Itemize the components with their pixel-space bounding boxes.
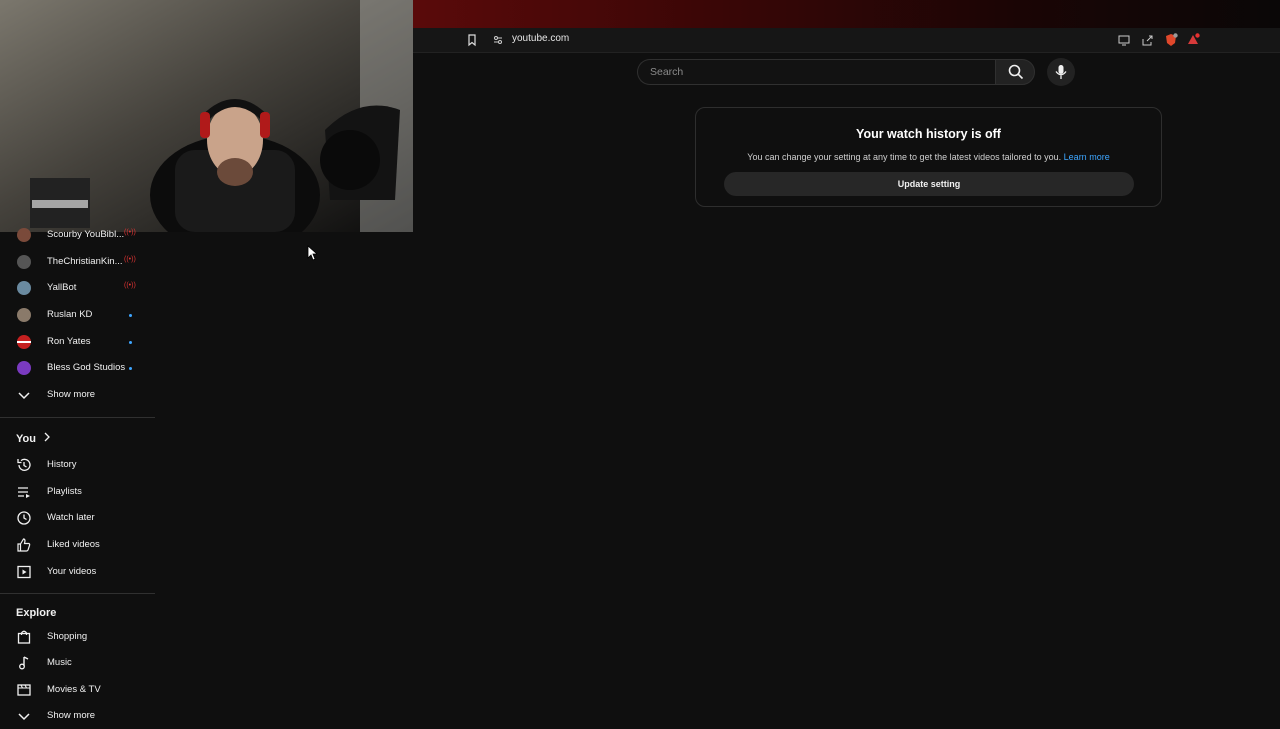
show-more-label: Show more xyxy=(47,389,96,400)
search-input[interactable] xyxy=(648,65,982,79)
show-more-subscriptions[interactable]: Show more xyxy=(0,382,155,408)
sidebar-item-watch-later[interactable]: Watch later xyxy=(0,505,155,531)
mouse-cursor-icon xyxy=(307,245,317,261)
thumbs-up-icon xyxy=(17,538,31,552)
playlists-icon xyxy=(18,487,30,498)
sidebar-item-label: Music xyxy=(47,657,72,668)
search-icon xyxy=(1008,64,1024,80)
watch-history-off-card: Your watch history is off You can change… xyxy=(695,107,1162,207)
webcam-image xyxy=(0,0,413,232)
new-content-dot xyxy=(129,341,132,344)
sidebar-item-label: Playlists xyxy=(47,486,82,497)
subscription-label: Scourby YouBibl... xyxy=(47,229,125,240)
explore-section-heading: Explore xyxy=(16,607,57,619)
update-setting-button[interactable]: Update setting xyxy=(724,172,1134,196)
sidebar-item-label: Liked videos xyxy=(47,539,100,550)
subscription-label: Bless God Studios xyxy=(47,362,126,373)
voice-search-button[interactable] xyxy=(1047,58,1075,86)
you-heading-label: You xyxy=(16,433,36,445)
subscription-label: YallBot xyxy=(47,282,77,293)
shopping-bag-icon xyxy=(17,630,31,644)
learn-more-link[interactable]: Learn more xyxy=(1064,152,1110,162)
chevron-down-icon xyxy=(18,392,30,400)
subscription-item[interactable]: TheChristianKin... ((•)) xyxy=(0,249,155,275)
subscription-label: TheChristianKin... xyxy=(47,256,123,267)
search-box[interactable] xyxy=(637,59,995,85)
channel-avatar xyxy=(17,255,31,269)
new-content-dot xyxy=(129,314,132,317)
channel-avatar xyxy=(17,308,31,322)
history-icon xyxy=(17,458,31,471)
cast-icon[interactable] xyxy=(1117,33,1131,47)
card-message: You can change your setting at any time … xyxy=(696,152,1161,162)
sidebar-item-playlists[interactable]: Playlists xyxy=(0,479,155,505)
subscription-item[interactable]: Scourby YouBibl... ((•)) xyxy=(0,222,155,248)
share-icon[interactable] xyxy=(1140,33,1154,47)
new-content-dot xyxy=(129,367,132,370)
site-settings-icon[interactable] xyxy=(491,33,505,47)
sidebar-item-label: Shopping xyxy=(47,631,88,642)
subscription-label: Ron Yates xyxy=(47,336,91,347)
brave-shield-icon[interactable] xyxy=(1164,33,1178,47)
show-more-label: Show more xyxy=(47,710,96,721)
sidebar-item-liked-videos[interactable]: Liked videos xyxy=(0,532,155,558)
sidebar-item-label: Movies & TV xyxy=(47,684,101,695)
subscription-item[interactable]: Ron Yates xyxy=(0,329,155,355)
microphone-icon xyxy=(1055,65,1067,79)
sidebar-divider xyxy=(0,417,155,418)
subscription-label: Ruslan KD xyxy=(47,309,93,320)
channel-avatar xyxy=(17,281,31,295)
sidebar-item-shopping[interactable]: Shopping xyxy=(0,624,155,650)
sidebar-item-label: Your videos xyxy=(47,566,97,577)
sidebar: Scourby YouBibl... ((•)) TheChristianKin… xyxy=(0,228,155,721)
webcam-overlay xyxy=(0,0,413,232)
channel-avatar xyxy=(17,228,31,242)
sidebar-item-music[interactable]: Music xyxy=(0,650,155,676)
live-icon: ((•)) xyxy=(124,282,136,289)
chevron-down-icon xyxy=(18,713,30,721)
live-icon: ((•)) xyxy=(124,256,136,263)
address-bar-url[interactable]: youtube.com xyxy=(512,33,569,44)
subscription-item[interactable]: Bless God Studios xyxy=(0,355,155,381)
search-button[interactable] xyxy=(995,59,1035,85)
browser-toolbar: youtube.com xyxy=(413,28,1280,53)
channel-avatar xyxy=(17,335,31,349)
show-more-explore[interactable]: Show more xyxy=(0,703,155,729)
browser-tab-strip xyxy=(413,0,1280,28)
sidebar-divider xyxy=(0,593,155,594)
subscription-item[interactable]: Ruslan KD xyxy=(0,302,155,328)
card-title: Your watch history is off xyxy=(856,127,1001,141)
card-message-text: You can change your setting at any time … xyxy=(747,152,1062,162)
film-icon xyxy=(17,684,31,696)
clock-icon xyxy=(17,511,31,525)
music-note-icon xyxy=(19,656,29,670)
subscription-item[interactable]: YallBot ((•)) xyxy=(0,275,155,301)
sidebar-item-label: History xyxy=(47,459,77,470)
brave-rewards-icon[interactable] xyxy=(1186,33,1200,47)
sidebar-item-label: Watch later xyxy=(47,512,95,523)
sidebar-item-your-videos[interactable]: Your videos xyxy=(0,559,155,585)
you-section-heading[interactable]: You xyxy=(16,432,51,445)
chevron-right-icon xyxy=(44,432,50,442)
your-videos-icon xyxy=(17,565,31,579)
live-icon: ((•)) xyxy=(124,229,136,236)
sidebar-item-movies-tv[interactable]: Movies & TV xyxy=(0,677,155,703)
bookmark-icon[interactable] xyxy=(465,33,479,47)
channel-avatar xyxy=(17,361,31,375)
sidebar-item-history[interactable]: History xyxy=(0,452,155,478)
